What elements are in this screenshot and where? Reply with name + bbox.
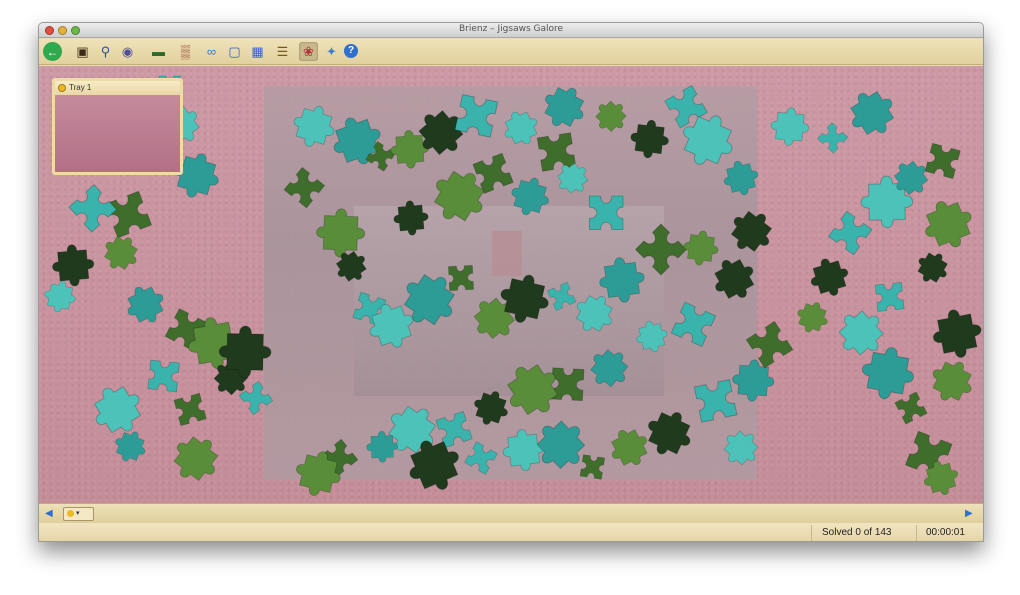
shuffle-icon[interactable]: ✦ (322, 42, 341, 61)
grid-icon[interactable]: ▦ (248, 42, 267, 61)
puzzle-piece[interactable] (535, 78, 593, 136)
puzzle-piece[interactable] (924, 142, 961, 180)
puzzle-piece[interactable] (923, 352, 981, 410)
puzzle-piece[interactable] (670, 301, 717, 348)
puzzle-piece[interactable] (119, 278, 172, 331)
window-title: Brienz – Jigsaws Galore (458, 24, 564, 34)
ladybug-icon[interactable]: ❀ (299, 42, 318, 61)
tray-selector-chevron-icon: ▾ (76, 510, 80, 517)
puzzle-piece[interactable] (721, 201, 782, 261)
puzzle-piece[interactable] (68, 183, 118, 233)
puzzle-piece[interactable] (500, 426, 548, 474)
edge-pieces-icon[interactable]: ▒ (176, 42, 195, 61)
puzzle-piece[interactable] (603, 421, 656, 474)
puzzle-piece[interactable] (805, 252, 854, 302)
puzzle-piece[interactable] (173, 392, 207, 427)
puzzle-piece[interactable] (638, 402, 700, 464)
puzzle-piece[interactable] (464, 441, 498, 475)
puzzle-piece[interactable] (719, 156, 763, 200)
puzzle-piece[interactable] (816, 122, 849, 154)
link-icon[interactable]: ∞ (202, 42, 221, 61)
tray-indicator-icon (58, 84, 66, 92)
solved-status: Solved 0 of 143 (822, 527, 892, 538)
puzzle-piece[interactable] (497, 104, 545, 152)
tray-label: Tray 1 (69, 83, 92, 92)
puzzle-piece[interactable] (632, 317, 671, 356)
puzzle-piece[interactable] (104, 190, 153, 239)
status-divider (916, 525, 917, 541)
picture-icon[interactable]: ▣ (73, 42, 92, 61)
puzzle-piece[interactable] (391, 198, 431, 238)
puzzle-piece[interactable] (163, 426, 229, 491)
tray-navigation-bar: ◀ ▾ ▶ (39, 503, 983, 523)
titlebar: Brienz – Jigsaws Galore (39, 23, 983, 38)
statusbar: Solved 0 of 143 00:00:01 (39, 523, 983, 541)
puzzle-piece[interactable] (147, 359, 181, 393)
puzzle-piece[interactable] (582, 340, 637, 396)
puzzle-piece[interactable] (681, 228, 721, 268)
view-toggle-icon[interactable]: ◉ (118, 42, 137, 61)
puzzle-piece[interactable] (579, 454, 606, 480)
puzzle-piece[interactable] (768, 105, 812, 148)
puzzle-piece[interactable] (894, 391, 928, 425)
magnifier-icon[interactable]: ⚲ (96, 42, 115, 61)
puzzle-piece[interactable] (468, 385, 514, 431)
puzzle-piece[interactable] (910, 245, 955, 290)
puzzle-piece[interactable] (874, 281, 905, 312)
status-divider (811, 525, 812, 541)
tray-selector-dot-icon (67, 509, 74, 517)
puzzle-piece[interactable] (283, 166, 326, 209)
puzzle-piece[interactable] (546, 281, 577, 312)
tray-body[interactable] (55, 95, 180, 172)
puzzle-piece[interactable] (916, 192, 981, 257)
puzzle-piece[interactable] (454, 93, 499, 138)
back-arrow-icon[interactable]: ← (43, 42, 62, 61)
next-tray-icon[interactable]: ▶ (965, 508, 973, 519)
puzzle-piece[interactable] (716, 423, 766, 473)
tray-selector[interactable]: ▾ (63, 507, 94, 521)
elapsed-timer: 00:00:01 (926, 527, 965, 538)
puzzle-piece[interactable] (792, 296, 833, 338)
tray-panel[interactable]: Tray 1 (52, 78, 183, 175)
tray-header[interactable]: Tray 1 (55, 81, 180, 95)
puzzle-piece[interactable] (634, 223, 688, 276)
puzzle-piece[interactable] (693, 378, 738, 423)
puzzle-piece[interactable] (627, 117, 672, 161)
landscape-icon[interactable]: ▬ (149, 42, 168, 61)
puzzle-piece[interactable] (928, 304, 984, 363)
puzzle-piece[interactable] (506, 172, 555, 221)
app-window: Brienz – Jigsaws Galore ← ▣ ⚲ ◉ ▬ ▒ ∞ ▢ … (38, 22, 984, 542)
puzzle-piece[interactable] (588, 93, 634, 139)
puzzle-piece[interactable] (857, 342, 919, 404)
puzzle-piece[interactable] (447, 264, 475, 292)
help-icon[interactable]: ? (344, 44, 358, 58)
puzzle-piece[interactable] (536, 132, 577, 172)
puzzle-piece[interactable] (314, 207, 367, 259)
puzzle-piece[interactable] (588, 195, 624, 231)
puzzle-piece[interactable] (109, 425, 151, 468)
puzzle-piece[interactable] (83, 375, 152, 444)
frame-icon[interactable]: ▢ (225, 42, 244, 61)
toolbar: ← ▣ ⚲ ◉ ▬ ▒ ∞ ▢ ▦ ☰ ❀ ✦ ? (39, 39, 983, 65)
tray-icon[interactable]: ☰ (273, 42, 292, 61)
previous-tray-icon[interactable]: ◀ (45, 508, 53, 519)
puzzle-board[interactable]: Tray 1 (39, 66, 983, 503)
puzzle-piece[interactable] (287, 99, 341, 153)
puzzle-piece[interactable] (705, 250, 764, 308)
puzzle-piece[interactable] (840, 81, 904, 145)
puzzle-piece[interactable] (827, 210, 873, 256)
puzzle-piece[interactable] (50, 242, 97, 289)
